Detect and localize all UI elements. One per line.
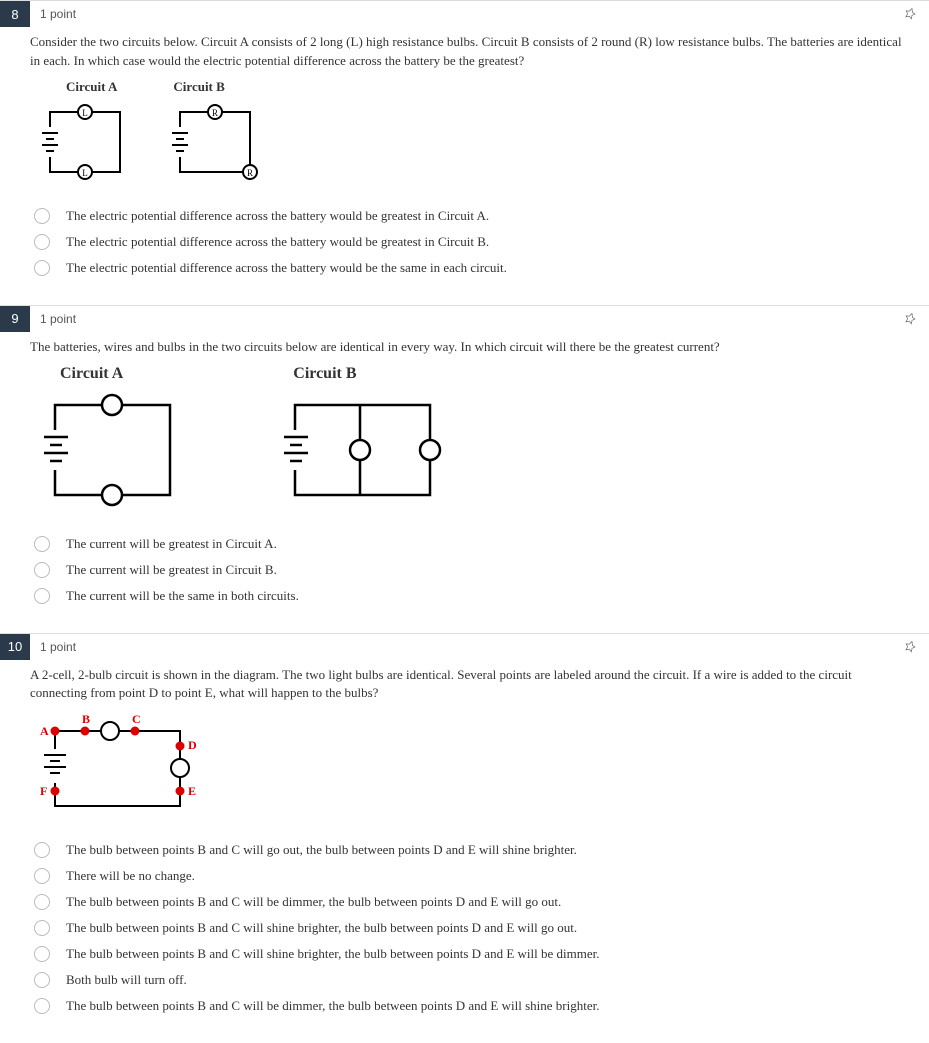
option-text: The bulb between points B and C will go … [66,842,577,858]
question-number: 9 [0,306,30,332]
question-header: 9 1 point [0,306,929,332]
option[interactable]: The current will be greatest in Circuit … [34,557,929,583]
question-number: 8 [0,1,30,27]
option[interactable]: The electric potential difference across… [34,229,929,255]
circuit-b-label: Circuit B [173,79,224,95]
radio-icon[interactable] [34,868,50,884]
option[interactable]: The bulb between points B and C will shi… [34,915,929,941]
options-list: The bulb between points B and C will go … [0,831,929,1019]
node-c-label: C [132,712,141,726]
option[interactable]: There will be no change. [34,863,929,889]
option[interactable]: The electric potential difference across… [34,203,929,229]
circuit-9-svg [30,385,470,515]
option-text: The bulb between points B and C will be … [66,894,561,910]
svg-text:R: R [247,168,253,178]
pin-icon[interactable] [903,7,917,25]
option[interactable]: The current will be greatest in Circuit … [34,531,929,557]
question-8: 8 1 point Consider the two circuits belo… [0,0,929,299]
circuit-b-label: Circuit B [293,365,356,383]
pin-icon[interactable] [903,312,917,330]
circuit-10-svg: A B C D E F [30,711,220,821]
radio-icon[interactable] [34,260,50,276]
radio-icon[interactable] [34,972,50,988]
question-points: 1 point [40,640,76,654]
radio-icon[interactable] [34,920,50,936]
pin-icon[interactable] [903,640,917,658]
circuit-diagrams: A B C D E F [0,707,929,831]
option[interactable]: The bulb between points B and C will be … [34,889,929,915]
option-text: The current will be greatest in Circuit … [66,562,277,578]
question-number: 10 [0,634,30,660]
node-b-label: B [82,712,90,726]
radio-icon[interactable] [34,998,50,1014]
radio-icon[interactable] [34,946,50,962]
option-text: The current will be the same in both cir… [66,588,299,604]
option[interactable]: The electric potential difference across… [34,255,929,281]
circuit-diagrams: Circuit A Circuit B [0,361,929,525]
option[interactable]: The bulb between points B and C will go … [34,837,929,863]
radio-icon[interactable] [34,536,50,552]
circuit-a-label: Circuit A [60,365,123,383]
question-prompt: A 2-cell, 2-bulb circuit is shown in the… [0,660,929,708]
circuit-8-svg: L L R R [30,97,290,187]
option-text: The bulb between points B and C will shi… [66,920,577,936]
question-header: 8 1 point [0,1,929,27]
radio-icon[interactable] [34,842,50,858]
option-text: The current will be greatest in Circuit … [66,536,277,552]
node-d-label: D [188,738,197,752]
node-a-label: A [40,724,49,738]
question-10: 10 1 point A 2-cell, 2-bulb circuit is s… [0,633,929,1038]
option[interactable]: The current will be the same in both cir… [34,583,929,609]
radio-icon[interactable] [34,588,50,604]
option-text: The electric potential difference across… [66,208,489,224]
option-text: The electric potential difference across… [66,234,489,250]
question-prompt: Consider the two circuits below. Circuit… [0,27,929,75]
question-points: 1 point [40,7,76,21]
question-header: 10 1 point [0,634,929,660]
option-text: Both bulb will turn off. [66,972,187,988]
radio-icon[interactable] [34,234,50,250]
option-text: There will be no change. [66,868,195,884]
radio-icon[interactable] [34,208,50,224]
options-list: The current will be greatest in Circuit … [0,525,929,609]
node-f-label: F [40,784,47,798]
option[interactable]: The bulb between points B and C will be … [34,993,929,1019]
radio-icon[interactable] [34,562,50,578]
circuit-diagrams: Circuit A Circuit B L L R [0,75,929,197]
question-prompt: The batteries, wires and bulbs in the tw… [0,332,929,361]
options-list: The electric potential difference across… [0,197,929,281]
option[interactable]: The bulb between points B and C will shi… [34,941,929,967]
option-text: The electric potential difference across… [66,260,507,276]
option[interactable]: Both bulb will turn off. [34,967,929,993]
node-e-label: E [188,784,196,798]
svg-text:L: L [82,168,88,178]
question-points: 1 point [40,312,76,326]
circuit-a-label: Circuit A [66,79,117,95]
option-text: The bulb between points B and C will be … [66,998,599,1014]
question-9: 9 1 point The batteries, wires and bulbs… [0,305,929,627]
option-text: The bulb between points B and C will shi… [66,946,599,962]
radio-icon[interactable] [34,894,50,910]
svg-text:L: L [82,108,88,118]
svg-text:R: R [212,108,218,118]
